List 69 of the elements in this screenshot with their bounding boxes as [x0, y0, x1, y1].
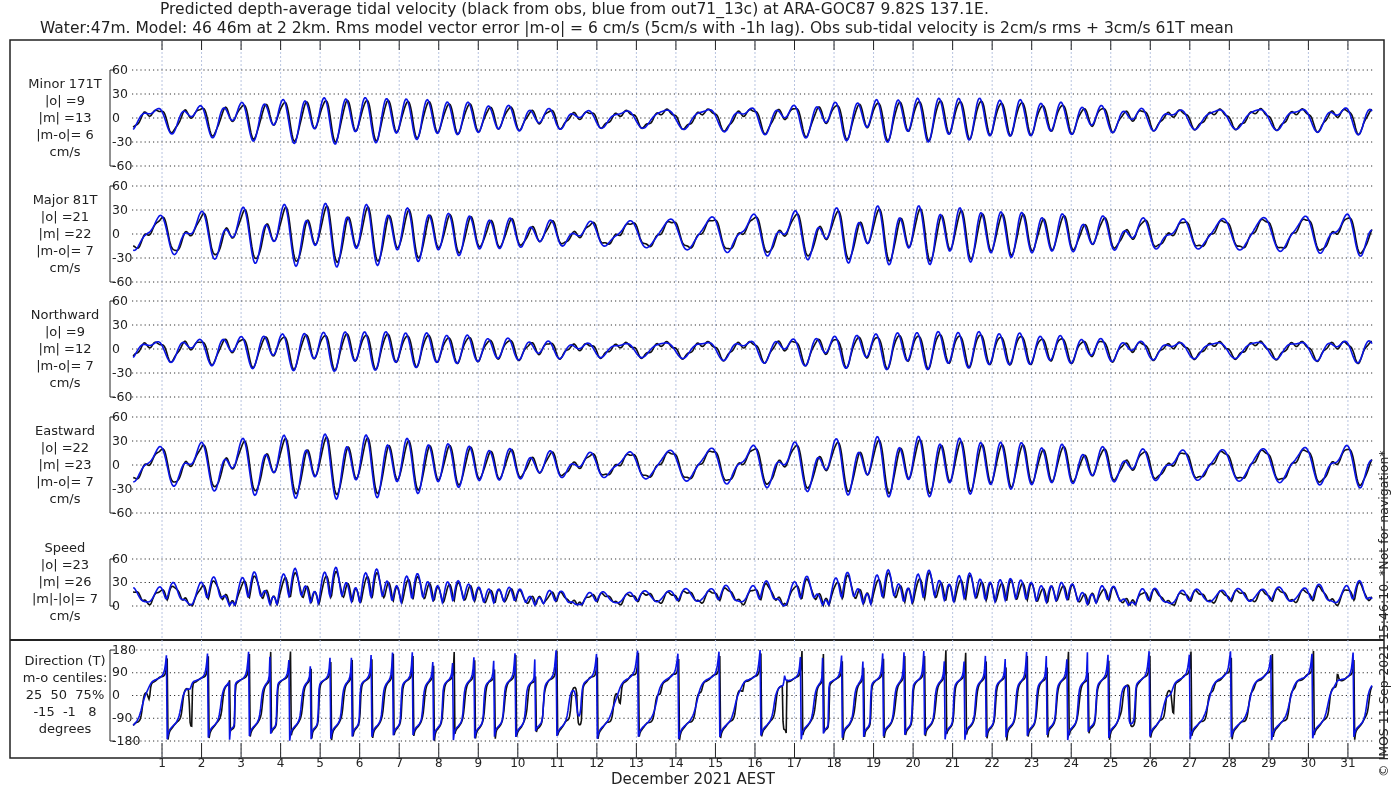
x-axis-label: December 2021 AEST: [611, 770, 775, 788]
x-tick-label: 3: [237, 756, 245, 770]
y-tick-label: 90: [112, 664, 128, 680]
panel-label: Speed |o| =23 |m| =26 |m|-|o|= 7 cm/s: [31, 540, 99, 623]
panel-label: Eastward |o| =22 |m| =23 |m-o|= 7 cm/s: [35, 422, 95, 506]
x-tick-label: 27: [1182, 756, 1198, 770]
x-tick-label: 25: [1103, 756, 1119, 770]
panel-label: Northward |o| =9 |m| =12 |m-o|= 7 cm/s: [30, 306, 100, 390]
y-tick-label: 180: [112, 641, 136, 657]
panel-label: Major 81T |o| =21 |m| =22 |m-o|= 7 cm/s: [32, 191, 98, 275]
y-tick-label: 30: [112, 432, 128, 448]
y-tick-label: 0: [112, 597, 120, 613]
x-tick-label: 2: [197, 756, 206, 770]
y-tick-label: 0: [112, 456, 120, 472]
x-tick-label: 8: [434, 756, 443, 770]
y-tick-label: 60: [112, 177, 128, 193]
y-tick-label: -90: [112, 709, 133, 725]
x-tick-label: 22: [984, 756, 1000, 770]
panel-label: Minor 171T |o| =9 |m| =13 |m-o|= 6 cm/s: [28, 75, 102, 159]
panel-label: Direction (T) m-o centiles: 25 50 75% -15 -1 8 degrees: [22, 653, 108, 736]
x-tick-label: 4: [276, 756, 285, 770]
x-tick-label: 17: [786, 756, 803, 770]
x-tick-label: 11: [549, 756, 565, 770]
y-tick-label: 60: [112, 550, 128, 566]
y-tick-label: 60: [112, 408, 128, 424]
credit-text: © IMOS 11-Sep-2021 15:46:10. *Not for navigation*: [1376, 450, 1391, 777]
y-tick-label: 60: [112, 61, 128, 77]
y-tick-label: -60: [112, 504, 133, 520]
y-tick-label: -30: [112, 249, 133, 265]
x-tick-label: 13: [628, 756, 645, 770]
x-tick-label: 14: [668, 756, 684, 770]
y-tick-label: -60: [112, 157, 133, 173]
x-tick-label: 26: [1142, 756, 1158, 770]
x-tick-label: 16: [747, 756, 763, 770]
x-tick-label: 6: [355, 756, 364, 770]
y-tick-label: -60: [112, 388, 133, 404]
x-tick-label: 31: [1340, 756, 1356, 770]
x-tick-label: 29: [1261, 756, 1277, 770]
y-tick-label: 0: [112, 225, 120, 241]
chart-title: Water:47m. Model: 46 46m at 2 2km. Rms model vector error |m-o| = 6 cm/s (5cm/s with -1h lag). Obs sub-tidal velocity is 2cm/s rms + 3cm/s 61T mean: [39, 19, 1235, 38]
y-tick-label: 0: [112, 340, 120, 356]
y-tick-label: -30: [112, 133, 133, 149]
x-tick-label: 10: [510, 756, 526, 770]
y-tick-label: 30: [112, 574, 128, 589]
y-tick-label: -60: [112, 273, 133, 289]
x-tick-label: 7: [395, 756, 404, 770]
x-tick-label: 15: [707, 756, 724, 770]
x-tick-label: 21: [945, 756, 961, 770]
y-tick-label: 30: [112, 201, 128, 217]
x-tick-label: 1: [158, 756, 166, 770]
y-tick-label: -180: [112, 732, 141, 748]
y-tick-label: 0: [112, 687, 120, 702]
x-tick-label: 5: [316, 756, 324, 770]
x-tick-label: 20: [905, 756, 921, 770]
x-tick-label: 19: [865, 756, 882, 770]
x-tick-label: 28: [1221, 756, 1237, 770]
y-tick-label: 0: [112, 109, 120, 125]
x-tick-label: 9: [474, 756, 483, 770]
x-tick-label: 24: [1063, 756, 1079, 770]
y-tick-label: -30: [112, 364, 133, 380]
chart-title: Predicted depth-average tidal velocity (black from obs, blue from out71_13c) at ARA-GOC87 9.82S 137.1E.: [159, 0, 990, 19]
y-tick-label: 30: [112, 85, 128, 101]
y-tick-label: -30: [112, 480, 133, 496]
x-tick-label: 18: [826, 756, 842, 770]
y-tick-label: 60: [112, 292, 128, 308]
x-tick-label: 23: [1024, 756, 1040, 770]
x-tick-label: 12: [589, 756, 605, 770]
y-tick-label: 30: [112, 316, 128, 332]
x-tick-label: 30: [1300, 756, 1317, 770]
